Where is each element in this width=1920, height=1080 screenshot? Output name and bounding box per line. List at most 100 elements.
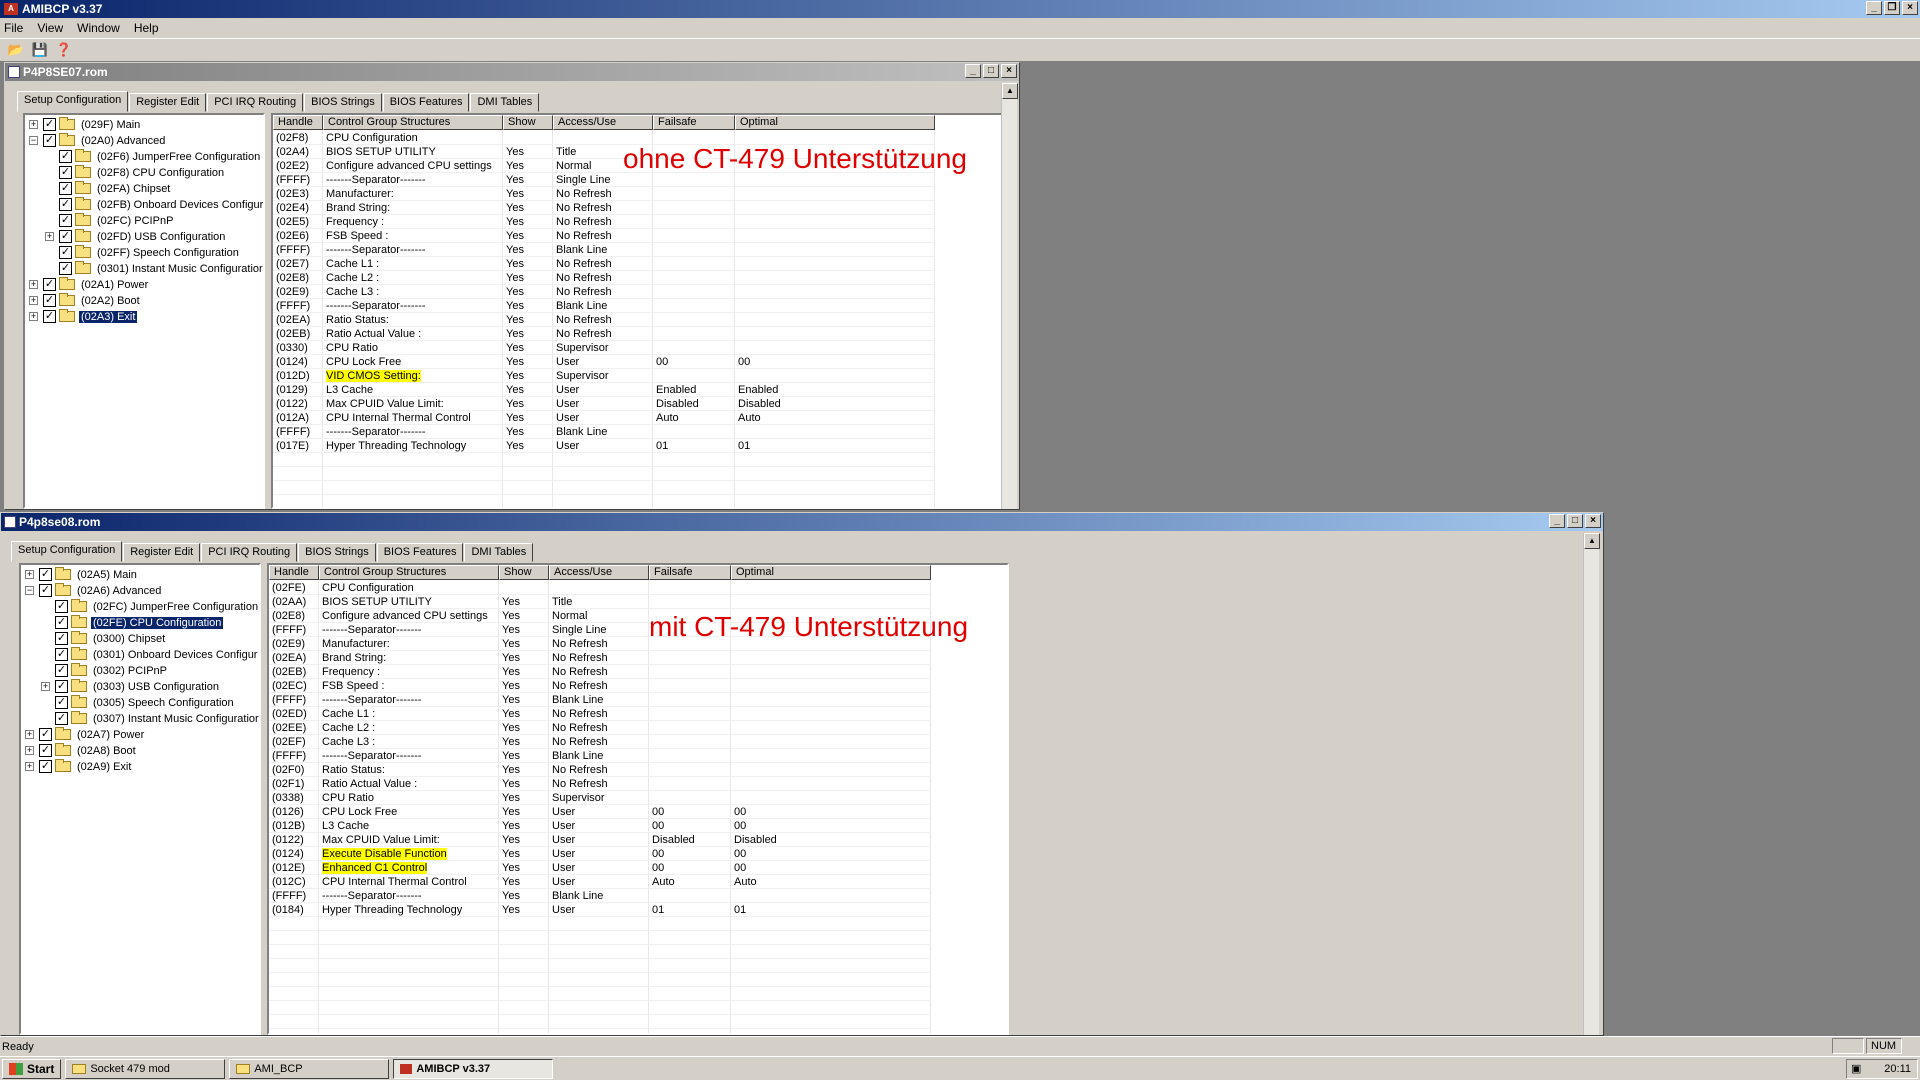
expand-icon[interactable]: +: [41, 682, 50, 691]
table-row[interactable]: (0122) Max CPUID Value Limit: Yes User Disab…: [273, 397, 935, 411]
table-row[interactable]: (FFFF) -------Separator------- Yes Blank Li…: [273, 299, 935, 313]
table-row[interactable]: (02E4) Brand String: Yes No Refresh: [273, 201, 935, 215]
expand-icon[interactable]: +: [45, 232, 54, 241]
tree-item[interactable]: ✓ (0302) PCIPnP: [55, 663, 169, 678]
rom-window-2[interactable]: P4p8se08.rom _ □ × Setup Configuration R…: [0, 512, 1604, 1036]
table-row[interactable]: (02E8) Cache L2 : Yes No Refresh: [273, 271, 935, 285]
tree-item[interactable]: ✓ (02A8) Boot: [39, 743, 138, 758]
tab-pci-irq-routing[interactable]: PCI IRQ Routing: [207, 93, 304, 112]
restore-button[interactable]: ❐: [1884, 1, 1900, 15]
column-header[interactable]: Control Group Structures: [319, 565, 499, 580]
checkbox-checked-icon[interactable]: ✓: [55, 680, 68, 693]
menu-window[interactable]: Window: [77, 21, 120, 35]
rom-window-1-title-bar[interactable]: P4P8SE07.rom _ □ ×: [5, 63, 1019, 81]
column-header[interactable]: Handle: [273, 115, 323, 130]
tree-item[interactable]: ✓ (02FD) USB Configuration: [59, 229, 227, 244]
expand-icon[interactable]: +: [29, 280, 38, 289]
checkbox-checked-icon[interactable]: ✓: [59, 198, 72, 211]
table-row[interactable]: (012C) CPU Internal Thermal Control Yes Use…: [269, 875, 931, 889]
tree-item[interactable]: ✓ (0301) Onboard Devices Configur: [55, 647, 259, 662]
close-button[interactable]: ×: [1902, 1, 1918, 15]
table-row[interactable]: (02EF) Cache L3 : Yes No Refresh: [269, 735, 931, 749]
table-row[interactable]: (FFFF) -------Separator------- Yes Blank Li…: [273, 425, 935, 439]
table-row[interactable]: (0184) Hyper Threading Technology Yes User 0…: [269, 903, 931, 917]
tree-item[interactable]: ✓ (02A3) Exit: [43, 309, 139, 324]
table-row[interactable]: (FFFF) -------Separator------- Yes Single L…: [273, 173, 935, 187]
table-row[interactable]: (FFFF) -------Separator------- Yes Blank Li…: [273, 243, 935, 257]
tree-item[interactable]: ✓ (02A7) Power: [39, 727, 146, 742]
checkbox-checked-icon[interactable]: ✓: [55, 712, 68, 725]
help-icon[interactable]: ❓: [54, 41, 74, 59]
window-1-close-button[interactable]: ×: [1001, 64, 1017, 78]
checkbox-checked-icon[interactable]: ✓: [59, 166, 72, 179]
column-header[interactable]: Control Group Structures: [323, 115, 503, 130]
tree-item[interactable]: ✓ (02A9) Exit: [39, 759, 133, 774]
checkbox-checked-icon[interactable]: ✓: [39, 760, 52, 773]
checkbox-checked-icon[interactable]: ✓: [39, 568, 52, 581]
table-row[interactable]: (0124) CPU Lock Free Yes User 00 00: [273, 355, 935, 369]
checkbox-checked-icon[interactable]: ✓: [55, 600, 68, 613]
tree-item[interactable]: ✓ (02F8) CPU Configuration: [59, 165, 226, 180]
tree-item[interactable]: ✓ (0305) Speech Configuration: [55, 695, 236, 710]
window-2-minimize-button[interactable]: _: [1549, 514, 1565, 528]
app-title-bar[interactable]: A AMIBCP v3.37 _ ❐ ×: [0, 0, 1920, 18]
table-row[interactable]: (02EB) Ratio Actual Value : Yes No Refresh: [273, 327, 935, 341]
checkbox-checked-icon[interactable]: ✓: [43, 310, 56, 323]
collapse-icon[interactable]: −: [25, 586, 34, 595]
table-row[interactable]: (02F1) Ratio Actual Value : Yes No Refresh: [269, 777, 931, 791]
window-1-minimize-button[interactable]: _: [965, 64, 981, 78]
table-row[interactable]: (0126) CPU Lock Free Yes User 00 00: [269, 805, 931, 819]
open-folder-icon[interactable]: 📂: [6, 41, 26, 59]
expand-icon[interactable]: +: [25, 762, 34, 771]
tab-setup-configuration[interactable]: Setup Configuration: [17, 91, 129, 112]
window-2-close-button[interactable]: ×: [1585, 514, 1601, 528]
tab-dmi-tables[interactable]: DMI Tables: [470, 93, 540, 112]
minimize-button[interactable]: _: [1866, 1, 1882, 15]
taskbar-item-ami-bcp[interactable]: AMI_BCP: [229, 1058, 390, 1079]
checkbox-checked-icon[interactable]: ✓: [43, 278, 56, 291]
column-header[interactable]: Optimal: [731, 565, 931, 580]
column-header[interactable]: Access/Use: [549, 565, 649, 580]
column-header[interactable]: Handle: [269, 565, 319, 580]
tree-item[interactable]: ✓ (02F6) JumperFree Configuration: [59, 149, 262, 164]
tree-item[interactable]: ✓ (02FA) Chipset: [59, 181, 172, 196]
rom-window-1[interactable]: P4P8SE07.rom _ □ × Setup Configuration R…: [4, 62, 1020, 510]
table-row[interactable]: (02E9) Cache L3 : Yes No Refresh: [273, 285, 935, 299]
window-2-scrollbar[interactable]: ▲: [1583, 533, 1600, 1035]
tab-bios-strings[interactable]: BIOS Strings: [304, 93, 382, 112]
table-row[interactable]: (017E) Hyper Threading Technology Yes User 0…: [273, 439, 935, 453]
expand-icon[interactable]: +: [25, 570, 34, 579]
column-header[interactable]: Failsafe: [649, 565, 731, 580]
tree-item[interactable]: ✓ (02FB) Onboard Devices Configur: [59, 197, 263, 212]
table-row[interactable]: (FFFF) -------Separator------- Yes Blank Li…: [269, 889, 931, 903]
table-row[interactable]: (02E7) Cache L1 : Yes No Refresh: [273, 257, 935, 271]
tree-item[interactable]: ✓ (02A5) Main: [39, 567, 139, 582]
table-row[interactable]: (FFFF) -------Separator------- Yes Blank Li…: [269, 693, 931, 707]
checkbox-checked-icon[interactable]: ✓: [55, 664, 68, 677]
checkbox-checked-icon[interactable]: ✓: [43, 118, 56, 131]
checkbox-checked-icon[interactable]: ✓: [59, 150, 72, 163]
table-row[interactable]: (02EA) Ratio Status: Yes No Refresh: [273, 313, 935, 327]
column-header[interactable]: Access/Use: [553, 115, 653, 130]
tree-item[interactable]: ✓ (02A6) Advanced: [39, 583, 163, 598]
scroll-up-arrow-icon[interactable]: ▲: [1002, 83, 1018, 99]
checkbox-checked-icon[interactable]: ✓: [43, 134, 56, 147]
checkbox-checked-icon[interactable]: ✓: [55, 648, 68, 661]
checkbox-checked-icon[interactable]: ✓: [59, 182, 72, 195]
window-1-scrollbar[interactable]: ▲: [1001, 83, 1018, 509]
checkbox-checked-icon[interactable]: ✓: [43, 294, 56, 307]
tree-item[interactable]: ✓ (02FC) JumperFree Configuration: [55, 599, 259, 614]
tab-dmi-tables[interactable]: DMI Tables: [464, 543, 534, 562]
tree-item[interactable]: ✓ (029F) Main: [43, 117, 142, 132]
tree-item[interactable]: ✓ (02A0) Advanced: [43, 133, 167, 148]
table-row[interactable]: (FFFF) -------Separator------- Yes Blank Li…: [269, 749, 931, 763]
checkbox-checked-icon[interactable]: ✓: [39, 744, 52, 757]
checkbox-checked-icon[interactable]: ✓: [55, 696, 68, 709]
checkbox-checked-icon[interactable]: ✓: [39, 728, 52, 741]
checkbox-checked-icon[interactable]: ✓: [59, 262, 72, 275]
tab-setup-configuration[interactable]: Setup Configuration: [11, 541, 123, 562]
table-row[interactable]: (0330) CPU Ratio Yes Supervisor: [273, 341, 935, 355]
table-row[interactable]: (02F0) Ratio Status: Yes No Refresh: [269, 763, 931, 777]
table-row[interactable]: (0129) L3 Cache Yes User Enabled Enabled: [273, 383, 935, 397]
menu-file[interactable]: File: [4, 21, 23, 35]
